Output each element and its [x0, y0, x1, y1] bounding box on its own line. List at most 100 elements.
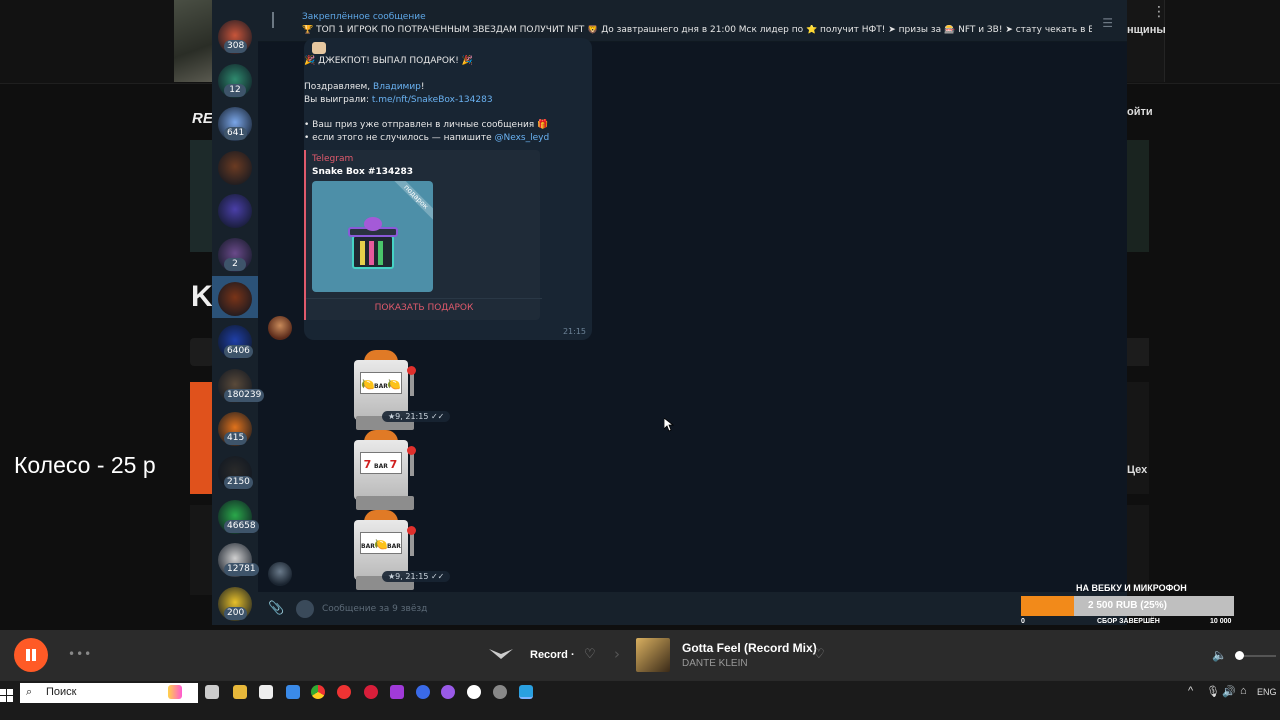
congrats-prefix: Поздравляем,	[304, 82, 374, 92]
folder-avatar[interactable]	[218, 194, 252, 229]
background-text-right-2[interactable]: ойти	[1127, 106, 1153, 118]
yandex-browser-icon[interactable]	[467, 685, 481, 699]
background-card	[190, 140, 214, 252]
slot-reels: BAR🍋BAR	[360, 532, 402, 554]
slot-body: 7 BAR 7	[354, 440, 414, 510]
station-logo-icon	[489, 649, 513, 659]
slot-reels: 7 BAR 7	[360, 452, 402, 474]
folder-avatar[interactable]	[218, 150, 252, 185]
network-icon[interactable]: ⌂	[1240, 685, 1247, 697]
folder-unread-badge: 308	[224, 40, 248, 53]
windows-start-icon[interactable]	[0, 689, 14, 703]
background-search-bar[interactable]	[190, 338, 214, 366]
sender-avatar[interactable]	[268, 316, 292, 340]
chat-area: Закреплённое сообщение 🏆 ТОП 1 ИГРОК ПО …	[258, 0, 1127, 625]
box-toy	[364, 217, 382, 231]
station-name[interactable]: Record ·	[530, 649, 575, 661]
sender-avatar[interactable]	[268, 562, 292, 586]
link-preview[interactable]: Telegram Snake Box #134283 подарок ПОКАЗ…	[304, 150, 542, 320]
donation-amount: 2 500 RUB (25%)	[1088, 600, 1167, 611]
won-line: Вы выиграли: t.me/nft/SnakeBox-134283	[304, 95, 493, 105]
pinned-list-icon[interactable]: ☰	[1102, 16, 1113, 30]
folder-unread-badge: 46658	[224, 519, 259, 533]
discord-icon[interactable]	[441, 685, 455, 699]
prize-link[interactable]: t.me/nft/SnakeBox-134283	[372, 95, 493, 105]
pinned-text: 🏆 ТОП 1 ИГРОК ПО ПОТРАЧЕННЫМ ЗВЕЗДАМ ПОЛ…	[302, 25, 1092, 35]
store-icon[interactable]	[259, 685, 273, 699]
folder-unread-badge: 200	[224, 606, 248, 620]
chevron-right-icon: ›	[614, 645, 620, 663]
contact-prefix: • если этого не случилось — напишите	[304, 133, 495, 143]
file-explorer-icon[interactable]	[233, 685, 247, 699]
emoji-icon	[312, 42, 326, 54]
background-orange-banner	[190, 382, 214, 494]
jackpot-text: 🎉 ДЖЕКПОТ! ВЫПАЛ ПОДАРОК! 🎉	[304, 56, 473, 66]
slot-reel: 🍋	[387, 378, 401, 391]
jackpot-message-bubble: 🎉 ДЖЕКПОТ! ВЫПАЛ ПОДАРОК! 🎉 Поздравляем,…	[304, 38, 592, 340]
donation-progress-bar: 2 500 RUB (25%)	[1021, 596, 1234, 616]
search-icon: ⌕	[26, 685, 33, 698]
heart-icon[interactable]: ♡	[813, 647, 825, 662]
volume-slider-knob[interactable]	[1235, 651, 1244, 660]
message-stamp: ★9, 21:15 ✓✓	[382, 571, 451, 582]
background-card-right	[1127, 140, 1149, 252]
slot-reel: 7	[363, 458, 372, 471]
slot-lever	[410, 452, 414, 476]
congrats-suffix: !	[420, 82, 425, 92]
obs-icon[interactable]	[493, 685, 507, 699]
won-prefix: Вы выиграли:	[304, 95, 372, 105]
track-artist[interactable]: DANTE KLEIN	[682, 658, 748, 669]
winner-name-link[interactable]: Владимир	[373, 82, 421, 92]
pause-button[interactable]	[14, 638, 48, 672]
prize-sent-line: • Ваш приз уже отправлен в личные сообще…	[304, 120, 549, 130]
task-view-icon[interactable]	[205, 685, 219, 699]
stamp-text: ★9, 21:15	[388, 412, 429, 421]
album-cover[interactable]	[636, 638, 670, 672]
show-gift-button[interactable]: ПОКАЗАТЬ ПОДАРОК	[306, 298, 542, 316]
folder-avatar[interactable]	[218, 281, 252, 316]
language-indicator[interactable]: ENG	[1257, 687, 1277, 697]
background-heading: K	[191, 280, 213, 313]
opera-icon[interactable]	[364, 685, 378, 699]
telegram-window: 308 12 641 2 6406 180239 415 2150 46658 12781 200 …	[212, 0, 1127, 625]
more-options-icon[interactable]: ⋮	[1152, 4, 1166, 20]
volume-icon[interactable]: 🔈	[1212, 648, 1227, 662]
congrats-line: Поздравляем, Владимир!	[304, 82, 425, 92]
more-icon[interactable]: •••	[68, 647, 92, 661]
gift-image[interactable]: подарок	[312, 181, 433, 292]
slot-lever	[410, 372, 414, 396]
search-highlights-icon[interactable]	[168, 685, 182, 699]
yandex-icon[interactable]	[337, 685, 351, 699]
slot-reel: BAR	[374, 383, 388, 390]
folder-unread-badge: 415	[224, 432, 248, 446]
microphone-icon[interactable]: 🎙	[1206, 685, 1220, 698]
background-panel-right	[1127, 382, 1149, 494]
heart-icon[interactable]: ♡	[584, 647, 596, 662]
slot-reel: BAR	[361, 543, 375, 550]
folder-unread-badge: 2	[224, 258, 246, 271]
windows-taskbar: ⌕ Поиск ^ 🎙 🔊 ⌂ ENG	[0, 680, 1280, 720]
chrome-icon[interactable]	[311, 685, 325, 699]
snake-box-icon	[352, 235, 394, 269]
background-menu-icon[interactable]	[1127, 338, 1149, 366]
mail-icon[interactable]	[286, 685, 300, 699]
track-title[interactable]: Gotta Feel (Record Mix)	[682, 641, 817, 655]
donation-max: 10 000	[1210, 618, 1232, 625]
slot-knob	[407, 366, 416, 375]
send-as-avatar[interactable]	[296, 600, 314, 618]
message-input[interactable]	[322, 600, 822, 618]
telegram-taskbar-icon[interactable]	[519, 685, 533, 699]
app-icon[interactable]	[390, 685, 404, 699]
contact-handle-link[interactable]: @Nexs_leyd	[494, 133, 549, 143]
slot-machine-dice-2: 7 BAR 7	[350, 430, 416, 510]
background-video-thumbnail[interactable]	[174, 0, 214, 82]
folder-unread-badge: 641	[224, 127, 248, 141]
music-player-bar: ••• Record · ♡ › Gotta Feel (Record Mix)…	[0, 630, 1280, 680]
pinned-message-bar[interactable]: Закреплённое сообщение 🏆 ТОП 1 ИГРОК ПО …	[258, 0, 1127, 42]
vk-icon[interactable]	[416, 685, 430, 699]
speaker-icon[interactable]: 🔊	[1222, 685, 1236, 698]
attach-icon[interactable]: 📎	[268, 601, 284, 616]
slot-reels: 🍋BAR🍋	[360, 372, 402, 394]
tray-chevron-icon[interactable]: ^	[1188, 685, 1193, 697]
slot-reel: BAR	[387, 543, 401, 550]
